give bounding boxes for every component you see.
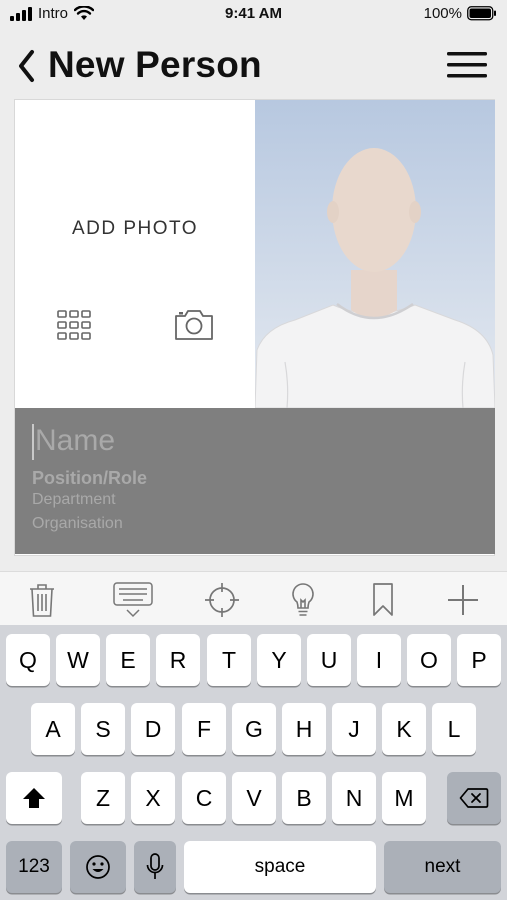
backspace-key[interactable] [447, 772, 501, 824]
key-k[interactable]: K [382, 703, 426, 755]
locate-button[interactable] [202, 580, 242, 620]
backspace-icon [459, 788, 489, 808]
key-l[interactable]: L [432, 703, 476, 755]
key-j[interactable]: J [332, 703, 376, 755]
suggestions-button[interactable] [283, 580, 323, 620]
lightbulb-icon [292, 583, 314, 616]
dictation-key[interactable] [134, 841, 176, 893]
key-f[interactable]: F [182, 703, 226, 755]
key-x[interactable]: X [131, 772, 175, 824]
key-r[interactable]: R [156, 634, 200, 686]
key-c[interactable]: C [182, 772, 226, 824]
crosshair-icon [205, 583, 239, 617]
battery-percent: 100% [423, 5, 462, 22]
bookmark-button[interactable] [363, 580, 403, 620]
microphone-icon [146, 853, 164, 879]
key-n[interactable]: N [332, 772, 376, 824]
add-photo-label: ADD PHOTO [71, 218, 199, 239]
battery-icon [467, 6, 496, 21]
status-bar: Intro 9:41 AM 100% [0, 0, 507, 30]
key-w[interactable]: W [56, 634, 100, 686]
key-s[interactable]: S [81, 703, 125, 755]
shift-icon [23, 788, 45, 808]
bookmark-icon [373, 583, 393, 616]
add-button[interactable] [443, 580, 483, 620]
person-card: ADD PHOTO Name Position/Role Department … [14, 99, 495, 556]
camera-button[interactable] [173, 306, 215, 342]
key-b[interactable]: B [282, 772, 326, 824]
key-h[interactable]: H [282, 703, 326, 755]
shift-key[interactable] [6, 772, 62, 824]
key-t[interactable]: T [207, 634, 251, 686]
key-v[interactable]: V [232, 772, 276, 824]
page-title: New Person [48, 44, 262, 85]
key-z[interactable]: Z [81, 772, 125, 824]
add-photo-pane[interactable]: ADD PHOTO [15, 100, 255, 408]
camera-icon [175, 310, 213, 340]
department-field[interactable]: Department [32, 491, 116, 509]
person-silhouette-image [255, 100, 495, 408]
placeholder-portrait [255, 100, 495, 408]
organisation-field[interactable]: Organisation [32, 515, 123, 533]
trash-icon [30, 584, 54, 617]
key-i[interactable]: I [357, 634, 401, 686]
status-right: 100% [424, 5, 497, 22]
grid-icon [57, 310, 91, 340]
name-field[interactable]: Name [35, 424, 115, 458]
emoji-key[interactable] [70, 841, 126, 893]
position-role-field[interactable]: Position/Role [32, 468, 147, 489]
keyboard-dismiss-icon [113, 582, 153, 618]
person-info-fields: Name Position/Role Department Organisati… [15, 408, 495, 554]
key-q[interactable]: Q [6, 634, 50, 686]
onscreen-keyboard: Q W E R T Y U I O P A S D F G H J K L Z … [0, 625, 507, 900]
chevron-left-icon [19, 50, 34, 82]
menu-button[interactable] [447, 50, 487, 80]
next-key[interactable]: next [384, 841, 501, 893]
key-m[interactable]: M [382, 772, 426, 824]
photo-library-button[interactable] [57, 310, 91, 340]
back-button[interactable] [14, 48, 40, 84]
key-g[interactable]: G [232, 703, 276, 755]
nav-bar: New Person [0, 36, 507, 96]
key-o[interactable]: O [407, 634, 451, 686]
key-d[interactable]: D [131, 703, 175, 755]
text-cursor [32, 424, 34, 460]
numbers-key[interactable]: 123 [6, 841, 62, 893]
space-key[interactable]: space [184, 841, 376, 893]
key-a[interactable]: A [31, 703, 75, 755]
hamburger-menu-icon [447, 52, 487, 78]
plus-icon [448, 585, 478, 615]
key-e[interactable]: E [106, 634, 150, 686]
editing-toolbar [0, 571, 507, 625]
hide-keyboard-button[interactable] [110, 580, 156, 620]
key-p[interactable]: P [457, 634, 501, 686]
key-u[interactable]: U [307, 634, 351, 686]
key-y[interactable]: Y [257, 634, 301, 686]
delete-button[interactable] [22, 580, 62, 620]
emoji-icon [86, 855, 110, 879]
